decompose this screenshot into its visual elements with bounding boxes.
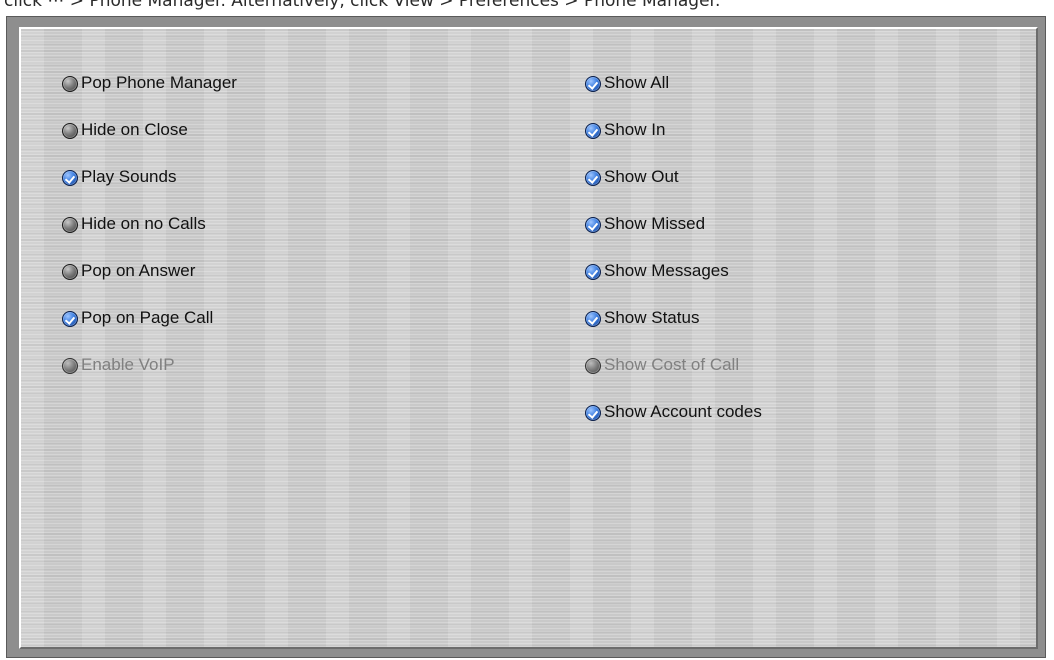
option-label: Show Messages (604, 261, 729, 280)
option-show-account-codes[interactable]: Show Account codes (585, 402, 762, 449)
option-label: Show Missed (604, 214, 706, 233)
checkmark-icon (587, 408, 599, 419)
option-label: Show Cost of Call (604, 355, 740, 374)
blue-checkmark-radio-icon (62, 170, 78, 186)
option-show-cost-of-call: Show Cost of Call (585, 355, 762, 402)
gray-radio-icon (62, 264, 78, 280)
option-pop-on-answer[interactable]: Pop on Answer (62, 261, 237, 308)
option-label: Pop on Answer (81, 261, 196, 280)
checkmark-icon (587, 126, 599, 137)
option-label: Hide on Close (81, 120, 188, 139)
checkmark-icon (587, 79, 599, 90)
checkmark-icon (64, 314, 76, 325)
blue-checkmark-radio-icon (585, 405, 601, 421)
option-show-out[interactable]: Show Out (585, 167, 762, 214)
option-play-sounds[interactable]: Play Sounds (62, 167, 237, 214)
option-pop-phone-manager[interactable]: Pop Phone Manager (62, 73, 237, 120)
left-options-column: Pop Phone Manager Hide on Close Play Sou… (62, 73, 237, 402)
option-hide-on-no-calls[interactable]: Hide on no Calls (62, 214, 237, 261)
option-label: Hide on no Calls (81, 214, 206, 233)
option-show-in[interactable]: Show In (585, 120, 762, 167)
gray-radio-icon (62, 123, 78, 139)
option-label: Enable VoIP (81, 355, 175, 374)
option-show-missed[interactable]: Show Missed (585, 214, 762, 261)
blue-checkmark-radio-icon (585, 170, 601, 186)
option-label: Play Sounds (81, 167, 177, 186)
checkmark-icon (64, 173, 76, 184)
gray-radio-icon (62, 358, 78, 374)
option-show-status[interactable]: Show Status (585, 308, 762, 355)
blue-checkmark-radio-icon (585, 76, 601, 92)
checkmark-icon (587, 314, 599, 325)
right-options-column: Show All Show In Show Out Show Missed Sh… (585, 73, 762, 449)
option-pop-on-page-call[interactable]: Pop on Page Call (62, 308, 237, 355)
option-enable-voip: Enable VoIP (62, 355, 237, 402)
blue-checkmark-radio-icon (585, 264, 601, 280)
instruction-caption: click ⋯ > Phone Manager. Alternatively, … (4, 0, 721, 11)
option-hide-on-close[interactable]: Hide on Close (62, 120, 237, 167)
option-show-messages[interactable]: Show Messages (585, 261, 762, 308)
checkmark-icon (587, 173, 599, 184)
blue-checkmark-radio-icon (62, 311, 78, 327)
gray-radio-icon (585, 358, 601, 374)
phone-manager-preferences-frame: Pop Phone Manager Hide on Close Play Sou… (6, 16, 1046, 658)
phone-manager-options-panel: Pop Phone Manager Hide on Close Play Sou… (19, 27, 1038, 649)
option-show-all[interactable]: Show All (585, 73, 762, 120)
checkmark-icon (587, 220, 599, 231)
option-label: Show In (604, 120, 666, 139)
blue-checkmark-radio-icon (585, 217, 601, 233)
option-label: Pop Phone Manager (81, 73, 237, 92)
option-label: Show All (604, 73, 670, 92)
option-label: Show Out (604, 167, 679, 186)
option-label: Show Status (604, 308, 700, 327)
gray-radio-icon (62, 217, 78, 233)
gray-radio-icon (62, 76, 78, 92)
checkmark-icon (587, 267, 599, 278)
blue-checkmark-radio-icon (585, 311, 601, 327)
blue-checkmark-radio-icon (585, 123, 601, 139)
option-label: Pop on Page Call (81, 308, 214, 327)
option-label: Show Account codes (604, 402, 762, 421)
